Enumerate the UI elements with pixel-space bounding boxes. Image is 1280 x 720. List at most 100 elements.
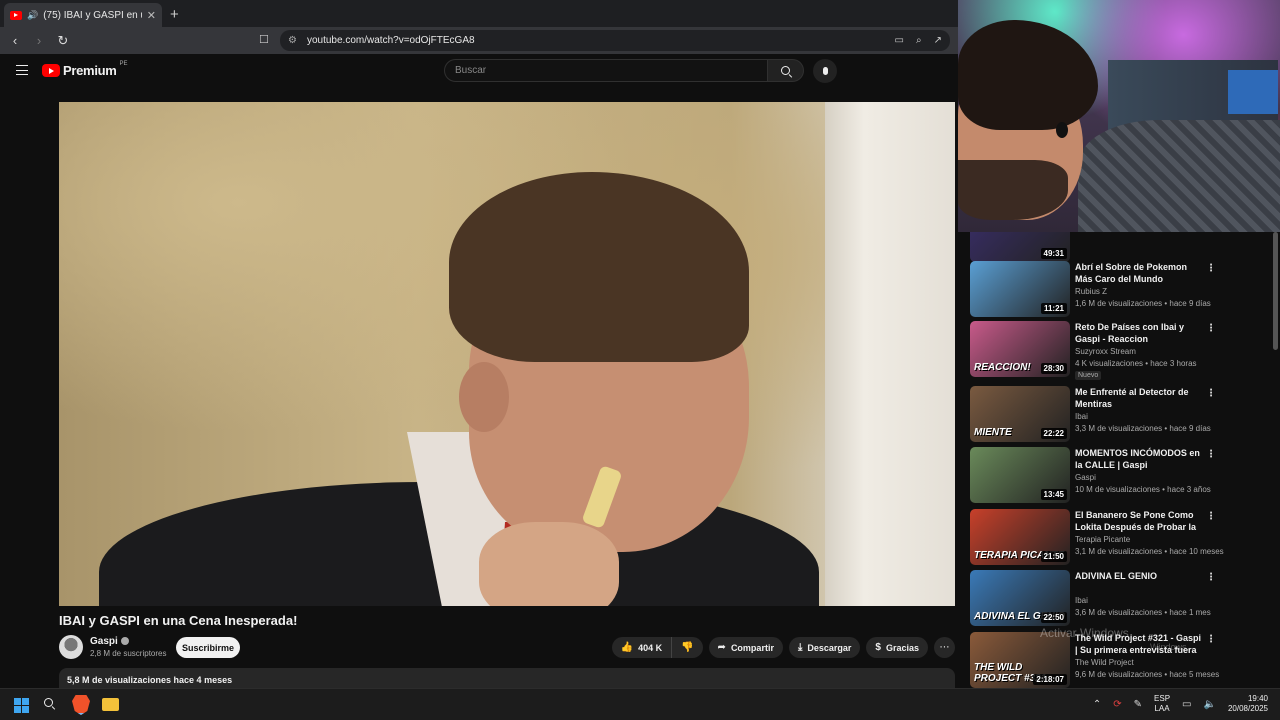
pen-icon[interactable]: ✎	[1134, 699, 1142, 710]
download-button[interactable]: ⤓ Descargar	[788, 637, 861, 658]
subscriber-count: 2,8 M de suscriptores	[90, 649, 167, 658]
activate-windows-subtext: Windows.	[1150, 642, 1190, 652]
share-icon[interactable]: ↗	[934, 35, 942, 46]
zoom-icon[interactable]: ⌕	[916, 35, 922, 46]
windows-start-icon[interactable]	[14, 698, 29, 713]
recommendation-channel[interactable]: Ibai	[1075, 596, 1088, 605]
thumbs-up-icon: 👍	[620, 642, 634, 653]
back-icon[interactable]: ‹	[8, 33, 22, 48]
sync-icon[interactable]: ⟳	[1113, 699, 1121, 710]
video-title: IBAI y GASPI en una Cena Inesperada!	[59, 613, 298, 628]
menu-icon[interactable]	[16, 65, 28, 75]
recommendation-meta: 3,1 M de visualizaciones • hace 10 meses	[1075, 547, 1224, 556]
browser-tab-bar: 🔊 (75) IBAI y GASPI en una Cena ✕ +	[0, 0, 958, 27]
like-button[interactable]: 👍 404 K	[611, 637, 673, 658]
video-duration: 21:50	[1040, 551, 1067, 562]
recommendation-title[interactable]: MOMENTOS INCÓMODOS en la CALLE | Gaspi	[1075, 447, 1205, 471]
search-button[interactable]	[767, 59, 804, 82]
new-tab-button[interactable]: +	[170, 6, 179, 23]
brave-browser-icon[interactable]	[72, 695, 90, 715]
speaker-icon[interactable]: 🔊	[27, 10, 38, 21]
recommendation-item[interactable]: TERAPIA PICANTE 21:50 El Bananero Se Pone …	[970, 509, 1270, 567]
recommendation-title[interactable]: El Bananero Se Pone Como Lokita Después …	[1075, 509, 1205, 533]
search-icon	[781, 66, 790, 75]
more-options-icon[interactable]: ⋮	[1206, 263, 1216, 274]
more-options-icon[interactable]: ⋮	[1206, 572, 1216, 583]
microphone-icon	[822, 67, 828, 75]
url-text: youtube.com/watch?v=odOjFTEcGA8	[306, 35, 475, 46]
recommendation-item[interactable]: THE WILD PROJECT #321 2:18:07 The Wild Pro…	[970, 632, 1270, 688]
video-thumbnail[interactable]: REACCION! 28:30	[970, 321, 1070, 377]
network-icon[interactable]: ▭	[1182, 699, 1191, 710]
thumbs-down-icon: 👎	[681, 642, 694, 653]
bookmark-icon[interactable]: ☐	[259, 33, 269, 46]
screen: 🔊 (75) IBAI y GASPI en una Cena ✕ + ‹ › …	[0, 0, 1280, 720]
language-indicator[interactable]: ESP LAA	[1154, 694, 1170, 714]
video-duration: 49:31	[1040, 248, 1067, 259]
video-duration: 22:50	[1040, 612, 1067, 623]
video-thumbnail[interactable]: 49:31	[970, 232, 1070, 262]
forward-icon[interactable]: ›	[32, 33, 46, 48]
browser-tab[interactable]: 🔊 (75) IBAI y GASPI en una Cena ✕	[4, 3, 162, 27]
clock[interactable]: 19:40 20/08/2025	[1228, 694, 1268, 714]
channel-name[interactable]: Gaspi	[90, 636, 129, 647]
recommendation-item[interactable]: 13:45 MOMENTOS INCÓMODOS en la CALLE | Ga…	[970, 447, 1270, 505]
address-bar[interactable]: ⚙ youtube.com/watch?v=odOjFTEcGA8 ▭ ⌕ ↗	[280, 30, 950, 51]
recommendation-title[interactable]: Me Enfrenté al Detector de Mentiras	[1075, 386, 1205, 410]
youtube-logo[interactable]: Premium PE	[42, 61, 128, 78]
video-duration: 13:45	[1040, 489, 1067, 500]
recommendation-meta: 1,6 M de visualizaciones • hace 9 días	[1075, 299, 1211, 308]
reload-icon[interactable]: ↻	[56, 33, 70, 49]
recommendation-channel[interactable]: The Wild Project	[1075, 658, 1134, 667]
voice-search-button[interactable]	[813, 59, 837, 83]
recommendation-item[interactable]: MIENTE 22:22 Me Enfrenté al Detector de Me…	[970, 386, 1270, 444]
recommendation-channel[interactable]: Gaspi	[1075, 473, 1096, 482]
recommendation-channel[interactable]: Terapia Picante	[1075, 535, 1130, 544]
more-options-icon[interactable]: ⋮	[1206, 323, 1216, 334]
recommendation-title[interactable]: Reto De Países con Ibai y Gaspi - Reacci…	[1075, 321, 1205, 345]
video-thumbnail[interactable]: 13:45	[970, 447, 1070, 503]
share-button[interactable]: ➦ Compartir	[708, 637, 783, 658]
video-thumbnail[interactable]: THE WILD PROJECT #321 2:18:07	[970, 632, 1070, 688]
video-thumbnail[interactable]: TERAPIA PICANTE 21:50	[970, 509, 1070, 565]
recommendation-channel[interactable]: Suzyroxx Stream	[1075, 347, 1136, 356]
dislike-button[interactable]: 👎	[672, 637, 703, 658]
recommendation-channel[interactable]: Rubius Z	[1075, 287, 1107, 296]
recommendation-item[interactable]: REACCION! 28:30 Reto De Países con Ibai y …	[970, 321, 1270, 380]
recommendation-item[interactable]: 11:21 Abrí el Sobre de Pokemon Más Caro d…	[970, 261, 1270, 319]
youtube-header: Premium PE Buscar	[0, 54, 958, 88]
subscribe-button[interactable]: Suscribirme	[176, 637, 240, 658]
more-options-icon[interactable]: ⋮	[1206, 388, 1216, 399]
more-options-icon[interactable]: ⋮	[1206, 511, 1216, 522]
recommendation-title[interactable]: Abrí el Sobre de Pokemon Más Caro del Mu…	[1075, 261, 1205, 285]
search-input[interactable]: Buscar	[444, 59, 768, 82]
thanks-button[interactable]: $ Gracias	[866, 637, 928, 658]
more-options-icon[interactable]: ⋮	[1206, 449, 1216, 460]
volume-icon[interactable]: 🔈	[1204, 699, 1216, 710]
cast-icon[interactable]: ▭	[895, 35, 904, 46]
scrollbar[interactable]	[1273, 232, 1278, 350]
recommendation-title[interactable]: ADIVINA EL GENIO	[1075, 570, 1205, 582]
chevron-up-icon[interactable]: ⌃	[1093, 699, 1101, 710]
taskbar: ⌃ ⟳ ✎ ESP LAA ▭ 🔈 19:40 20/08/2025	[0, 688, 1280, 720]
video-duration: 28:30	[1040, 363, 1067, 374]
video-player[interactable]	[59, 102, 955, 606]
more-actions-icon[interactable]: ⋯	[934, 637, 955, 658]
channel-avatar[interactable]	[59, 635, 83, 659]
tab-close-icon[interactable]: ✕	[147, 9, 156, 22]
video-thumbnail[interactable]: 11:21	[970, 261, 1070, 317]
video-thumbnail[interactable]: ADIVINA EL GENIO 22:50	[970, 570, 1070, 626]
description-box[interactable]: 5,8 M de visualizaciones hace 4 meses	[59, 668, 955, 690]
recommendation-channel[interactable]: Ibai	[1075, 412, 1088, 421]
system-tray: ⌃ ⟳ ✎ ESP LAA ▭ 🔈 19:40 20/08/2025	[1093, 694, 1268, 714]
verified-icon	[120, 637, 129, 646]
site-info-icon[interactable]: ⚙	[288, 35, 297, 46]
taskbar-search-icon[interactable]	[44, 698, 53, 707]
more-options-icon[interactable]: ⋮	[1206, 634, 1216, 645]
recommendation-item[interactable]: 49:3110 M de visualizaciones • hace 5 me…	[970, 232, 1270, 264]
recommendations-sidebar: 49:3110 M de visualizaciones • hace 5 me…	[958, 232, 1280, 688]
video-duration: 11:21	[1040, 303, 1067, 314]
video-thumbnail[interactable]: MIENTE 22:22	[970, 386, 1070, 442]
file-explorer-icon[interactable]	[102, 698, 119, 711]
recommendation-item[interactable]: ADIVINA EL GENIO 22:50 ADIVINA EL GENIO Iba…	[970, 570, 1270, 628]
